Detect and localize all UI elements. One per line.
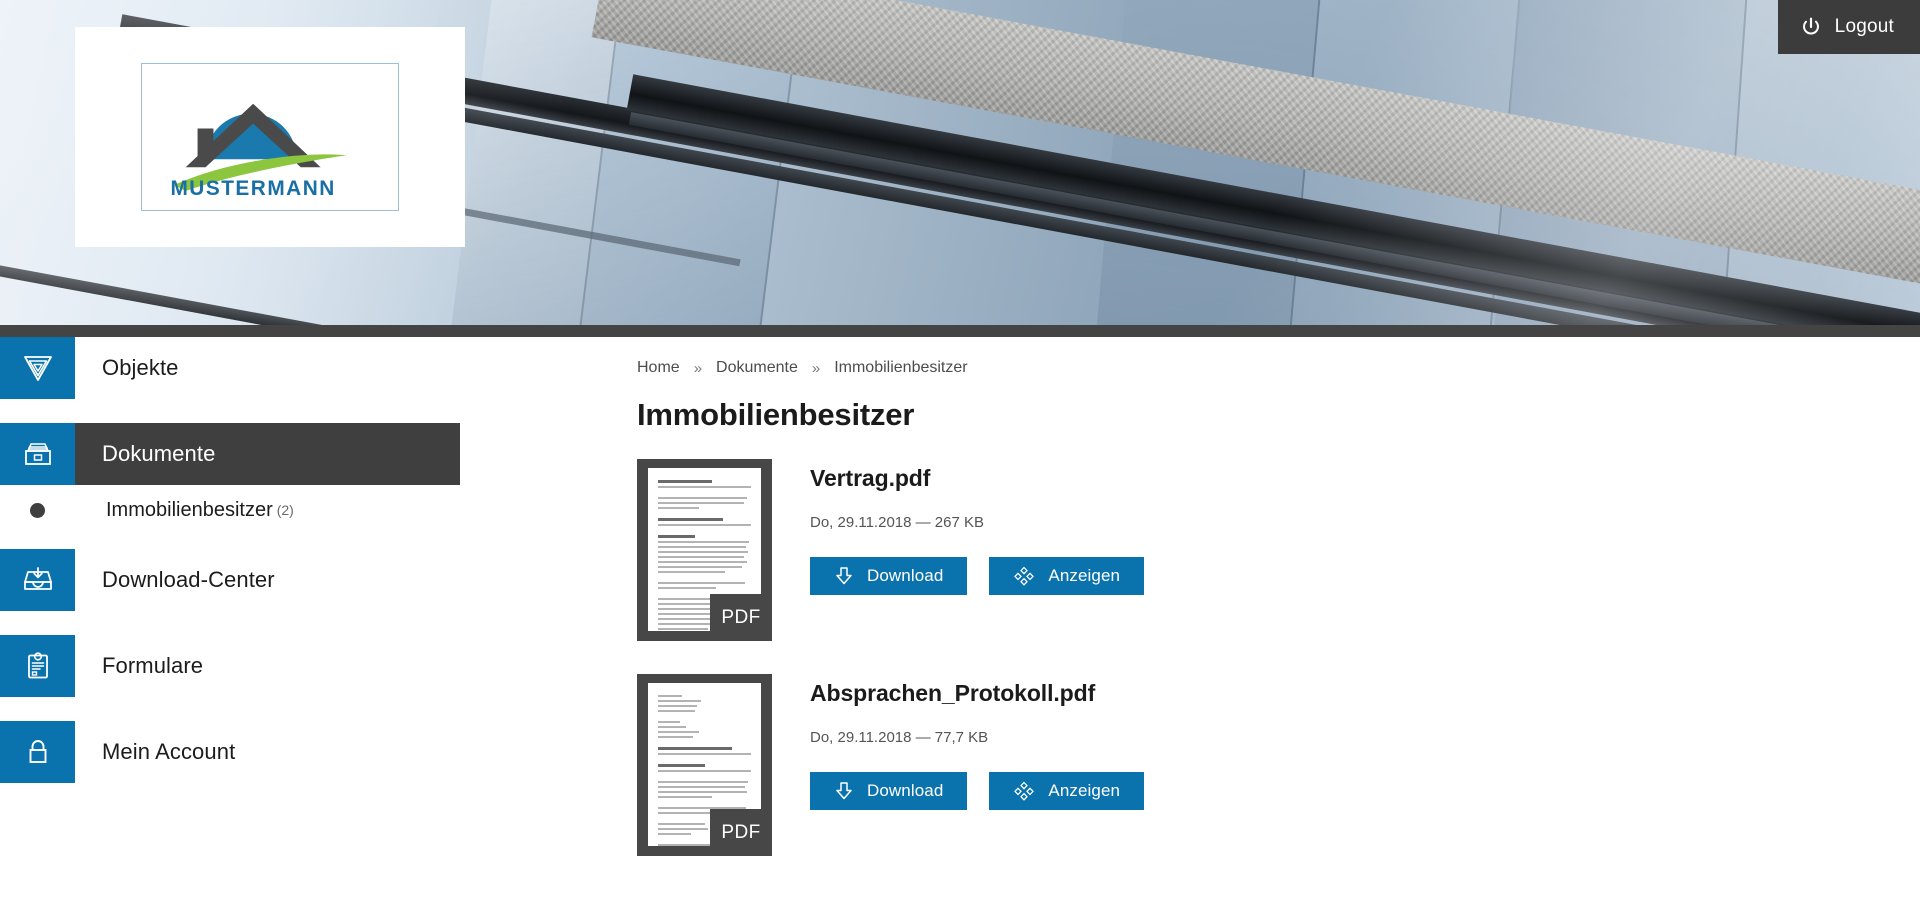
download-arrow-icon (836, 567, 852, 585)
file-type-badge: PDF (710, 594, 772, 641)
breadcrumb-separator: » (693, 359, 703, 377)
sidebar-item-dokumente[interactable]: Dokumente (0, 423, 460, 485)
sidebar-item-objekte[interactable]: Objekte (0, 337, 460, 399)
sidebar-subitem-label: Immobilienbesitzer (106, 498, 273, 521)
document-thumbnail[interactable]: PDF (637, 674, 772, 856)
bullet-dot-icon (0, 502, 75, 518)
sidebar-item-formulare[interactable]: Formulare (0, 635, 460, 697)
document-list-item: PDF Vertrag.pdf Do, 29.11.2018 — 267 KB … (637, 459, 1867, 641)
document-info: Vertrag.pdf Do, 29.11.2018 — 267 KB Down… (772, 459, 1145, 595)
breadcrumb: Home » Dokumente » Immobilienbesitzer (637, 337, 1867, 377)
logo-graphic: MUSTERMANN (170, 103, 347, 200)
sidebar-item-label: Formulare (102, 653, 204, 678)
company-logo[interactable]: MUSTERMANN (75, 27, 465, 247)
document-info: Absprachen_Protokoll.pdf Do, 29.11.2018 … (772, 674, 1145, 810)
document-meta: Do, 29.11.2018 — 77,7 KB (810, 729, 989, 746)
download-button-label: Download (867, 566, 944, 585)
document-thumbnail[interactable]: PDF (637, 459, 772, 641)
document-list-item: PDF Absprachen_Protokoll.pdf Do, 29.11.2… (637, 674, 1867, 856)
sidebar-subitem-immobilienbesitzer[interactable]: Immobilienbesitzer (2) (0, 493, 460, 527)
breadcrumb-separator: » (811, 359, 821, 377)
file-type-badge: PDF (710, 809, 772, 856)
sidebar-item-download-center[interactable]: Download-Center (0, 549, 460, 611)
main-content: Home » Dokumente » Immobilienbesitzer Im… (637, 337, 1867, 889)
four-diamonds-icon (1014, 781, 1035, 801)
document-name: Vertrag.pdf (810, 465, 931, 491)
four-diamonds-icon (1014, 566, 1035, 586)
download-button[interactable]: Download (810, 772, 968, 810)
document-meta: Do, 29.11.2018 — 267 KB (810, 514, 985, 531)
sidebar-item-label: Dokumente (75, 423, 460, 485)
document-actions: Download Anzeigen (810, 772, 1145, 810)
inbox-download-icon (0, 549, 75, 611)
sidebar-subitem-count: (2) (276, 502, 294, 518)
sidebar-item-label: Objekte (102, 355, 179, 380)
document-name: Absprachen_Protokoll.pdf (810, 680, 1096, 706)
document-actions: Download Anzeigen (810, 557, 1145, 595)
hero-divider-strip (0, 325, 1920, 337)
power-icon (1802, 17, 1819, 35)
view-button[interactable]: Anzeigen (989, 557, 1145, 595)
logout-button[interactable]: Logout (1777, 0, 1920, 54)
download-arrow-icon (836, 782, 852, 800)
view-button-label: Anzeigen (1048, 566, 1121, 585)
funnel-triangle-icon (0, 337, 75, 399)
download-button[interactable]: Download (810, 557, 968, 595)
breadcrumb-item-current: Immobilienbesitzer (834, 359, 968, 376)
file-drawer-icon (0, 423, 75, 485)
logo-wordmark: MUSTERMANN (170, 177, 335, 200)
logout-label: Logout (1834, 16, 1894, 37)
page-title: Immobilienbesitzer (637, 397, 915, 432)
download-button-label: Download (867, 781, 944, 800)
sidebar-item-mein-account[interactable]: Mein Account (0, 721, 460, 783)
document-list: PDF Vertrag.pdf Do, 29.11.2018 — 267 KB … (637, 459, 1867, 856)
clipboard-icon (0, 635, 75, 697)
page-body: Objekte Dokumente Immobilienbesitzer (2) (0, 337, 1920, 905)
sidebar-navigation: Objekte Dokumente Immobilienbesitzer (2) (0, 337, 460, 807)
sidebar-item-label: Download-Center (102, 567, 275, 592)
view-button[interactable]: Anzeigen (989, 772, 1145, 810)
breadcrumb-item-home[interactable]: Home (637, 359, 680, 377)
breadcrumb-item-dokumente[interactable]: Dokumente (716, 359, 798, 377)
hero-banner: MUSTERMANN Logout (0, 0, 1920, 337)
sidebar-item-label: Mein Account (102, 739, 236, 764)
lock-icon (0, 721, 75, 783)
view-button-label: Anzeigen (1048, 781, 1121, 800)
